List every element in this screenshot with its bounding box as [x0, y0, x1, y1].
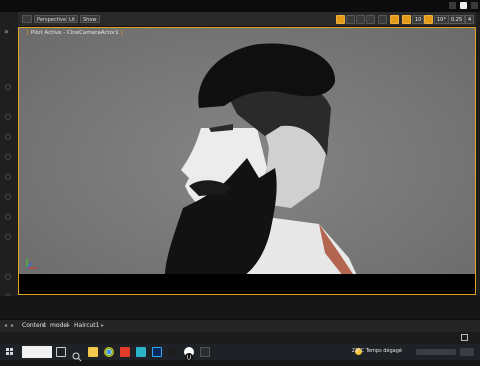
- breadcrumb-model[interactable]: model: [50, 321, 69, 331]
- lit-button[interactable]: Lit: [66, 15, 79, 23]
- weather-text[interactable]: 23°C Temps dégagé: [352, 348, 402, 354]
- media-app-icon[interactable]: [120, 347, 130, 357]
- game-launcher-icon[interactable]: [168, 347, 178, 357]
- terminal-icon[interactable]: [200, 347, 210, 357]
- content-browser-footer: [0, 332, 480, 344]
- view-mode-button[interactable]: Perspective: [34, 15, 69, 23]
- pilot-status: [ Pilot Active - CineCameraActor1 ]: [27, 30, 123, 36]
- translate-icon[interactable]: [346, 15, 355, 24]
- camera-letterbox: [19, 274, 475, 294]
- photoshop-icon[interactable]: [152, 347, 162, 357]
- panel-item-icon[interactable]: [5, 274, 11, 280]
- panel-item-icon[interactable]: [5, 174, 11, 180]
- panel-item-icon[interactable]: [5, 214, 11, 220]
- back-arrow-icon[interactable]: ◂: [4, 321, 7, 331]
- grid-snap-value[interactable]: 10: [412, 15, 425, 24]
- panel-item-icon[interactable]: [5, 134, 11, 140]
- os-taskbar: U 23°C Temps dégagé: [0, 344, 480, 362]
- task-view-icon[interactable]: [56, 347, 66, 357]
- content-browser-path-bar: ◂ ▸ Content ▸ model ▸ Haircut1 ▸: [0, 319, 480, 333]
- forward-arrow-icon[interactable]: ▸: [11, 321, 14, 331]
- settings-icon[interactable]: [460, 2, 467, 9]
- angle-snap-icon[interactable]: [424, 15, 433, 24]
- left-side-panel: »: [0, 12, 19, 318]
- panel-item-icon[interactable]: [5, 194, 11, 200]
- world-local-icon[interactable]: [378, 15, 387, 24]
- viewport-toolbar: Perspective Lit Show 10 10° 0.25 4: [18, 12, 476, 27]
- level-viewport[interactable]: [ Pilot Active - CineCameraActor1 ]: [18, 27, 476, 295]
- search-icon[interactable]: [72, 347, 82, 362]
- unreal-engine-icon[interactable]: U: [184, 347, 194, 362]
- editor-lower-area: [0, 296, 480, 318]
- taskbar-search-input[interactable]: [22, 346, 52, 358]
- scene-render: [19, 28, 475, 294]
- viewport-options-button[interactable]: [22, 15, 32, 23]
- system-tray[interactable]: [416, 347, 476, 357]
- expand-panel-icon[interactable]: »: [4, 28, 9, 36]
- panel-item-icon[interactable]: [5, 114, 11, 120]
- camera-speed-value[interactable]: 4: [465, 15, 475, 24]
- axis-gizmo-icon: [26, 258, 37, 269]
- select-mode-icon[interactable]: [336, 15, 345, 24]
- angle-snap-value[interactable]: 10°: [434, 15, 449, 24]
- breadcrumb-haircut[interactable]: Haircut1: [74, 321, 99, 331]
- svg-text:U: U: [187, 355, 191, 362]
- view-options-icon[interactable]: [461, 334, 468, 341]
- panel-item-icon[interactable]: [5, 84, 11, 90]
- breadcrumb-separator-icon: ▸: [67, 322, 71, 329]
- store-app-icon[interactable]: [136, 347, 146, 357]
- pilot-bracket-right: ]: [120, 30, 123, 36]
- start-button-icon[interactable]: [6, 348, 14, 356]
- breadcrumb-end-icon: ▸: [101, 322, 105, 329]
- panel-item-icon[interactable]: [5, 154, 11, 160]
- file-explorer-icon[interactable]: [88, 347, 98, 357]
- rotate-icon[interactable]: [356, 15, 365, 24]
- pilot-bracket-left: [: [27, 30, 30, 36]
- window-top-strip: [0, 0, 480, 12]
- scale-snap-value[interactable]: 0.25: [448, 15, 466, 24]
- minimize-icon[interactable]: [471, 2, 478, 9]
- panel-item-icon[interactable]: [5, 234, 11, 240]
- chrome-icon[interactable]: [104, 347, 114, 357]
- show-button[interactable]: Show: [80, 15, 100, 23]
- grid-snap-icon[interactable]: [402, 15, 411, 24]
- scale-icon[interactable]: [366, 15, 375, 24]
- pilot-label: Pilot Active - CineCameraActor1: [30, 30, 119, 36]
- breadcrumb-separator-icon: ▸: [43, 322, 47, 329]
- source-control-icon[interactable]: [449, 2, 456, 9]
- surface-snap-icon[interactable]: [390, 15, 399, 24]
- window-controls: [449, 2, 478, 9]
- right-panel-edge: [476, 12, 480, 318]
